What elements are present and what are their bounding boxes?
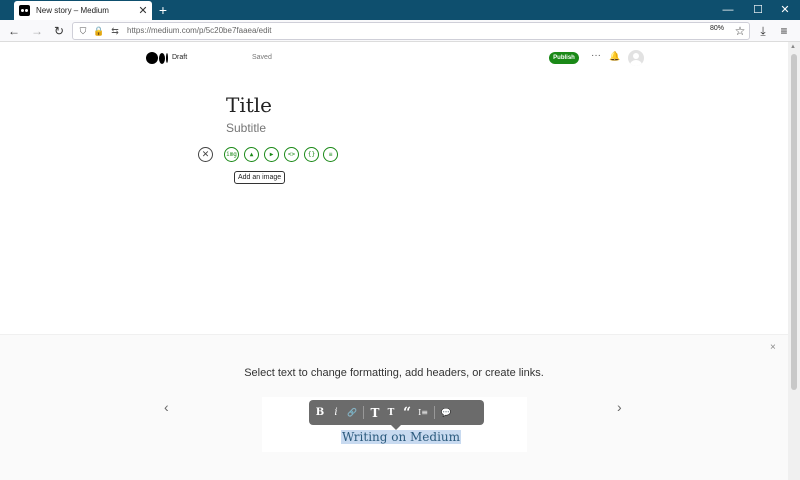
private-note-icon: 💬 <box>441 407 451 417</box>
add-image-button[interactable]: img <box>224 147 239 162</box>
navigation-bar: ← → ↻ ⛉ 🔒 ⇆ https://medium.com/p/5c20be7… <box>0 20 800 42</box>
story-title-field[interactable]: Title <box>226 93 272 117</box>
scroll-up-icon[interactable]: ▲ <box>790 44 796 50</box>
add-image-tooltip: Add an image <box>234 171 286 184</box>
scrollbar[interactable]: ▲ <box>788 42 800 480</box>
notifications-bell-icon[interactable]: 🔔 <box>609 51 620 62</box>
add-video-button[interactable]: ▶ <box>264 147 279 162</box>
medium-favicon-icon <box>19 5 30 16</box>
bookmark-star-icon[interactable]: ☆ <box>731 22 749 40</box>
downloads-icon[interactable]: ⤓ <box>754 22 772 40</box>
add-unsplash-image-button[interactable]: ▲ <box>244 147 259 162</box>
menu-icon[interactable]: ≡ <box>775 22 793 40</box>
dropcap-icon: I≡ <box>418 407 428 417</box>
url-bar[interactable]: ⛉ 🔒 ⇆ https://medium.com/p/5c20be7faaea/… <box>72 22 750 40</box>
reload-button[interactable]: ↻ <box>50 22 68 40</box>
tab-title: New story – Medium <box>36 6 109 15</box>
medium-logo[interactable] <box>146 52 168 64</box>
add-divider-button[interactable]: ≡ <box>323 147 338 162</box>
forward-button[interactable]: → <box>28 22 46 40</box>
onboarding-instructions: Select text to change formatting, add he… <box>244 367 544 379</box>
browser-tab[interactable]: New story – Medium ✕ <box>14 1 152 20</box>
story-subtitle-field[interactable]: Subtitle <box>226 121 266 135</box>
back-button[interactable]: ← <box>5 22 23 40</box>
bold-icon: B <box>315 406 325 418</box>
close-tab-icon[interactable]: ✕ <box>138 5 148 16</box>
tab-bar: New story – Medium ✕ + — ☐ ✕ <box>0 0 800 20</box>
new-tab-button[interactable]: + <box>156 2 170 18</box>
quote-icon: “ <box>402 404 412 421</box>
more-options-icon[interactable]: ··· <box>591 50 601 61</box>
url-text[interactable]: https://medium.com/p/5c20be7faaea/edit <box>127 25 272 37</box>
zoom-level[interactable]: 80% <box>710 25 724 32</box>
draft-label: Draft <box>172 54 188 61</box>
permissions-icon[interactable]: ⇆ <box>109 25 121 37</box>
italic-icon: i <box>334 406 338 418</box>
add-code-block-button[interactable]: {} <box>304 147 319 162</box>
shield-icon[interactable]: ⛉ <box>77 25 89 37</box>
toolbar-divider <box>363 406 364 419</box>
link-icon: 🔗 <box>347 407 357 417</box>
scroll-thumb[interactable] <box>791 54 797 390</box>
avatar[interactable] <box>628 50 644 66</box>
large-heading-icon: T <box>370 405 380 420</box>
maximize-button[interactable]: ☐ <box>743 0 773 20</box>
demo-selected-text: Writing on Medium <box>341 430 462 444</box>
close-window-button[interactable]: ✕ <box>770 0 800 20</box>
save-status: Saved <box>252 54 272 61</box>
minimize-button[interactable]: — <box>713 0 743 20</box>
close-insert-menu-button[interactable]: ✕ <box>198 147 213 162</box>
next-tip-arrow-icon[interactable]: › <box>617 399 622 415</box>
publish-button[interactable]: Publish <box>549 52 579 64</box>
lock-icon[interactable]: 🔒 <box>93 25 105 37</box>
previous-tip-arrow-icon[interactable]: ‹ <box>164 399 169 415</box>
toolbar-divider <box>434 406 435 419</box>
close-onboarding-icon[interactable]: × <box>770 342 776 353</box>
formatting-toolbar: B i 🔗 T T “ I≡ 💬 <box>309 400 484 430</box>
small-heading-icon: T <box>387 407 395 418</box>
add-embed-button[interactable]: <> <box>284 147 299 162</box>
